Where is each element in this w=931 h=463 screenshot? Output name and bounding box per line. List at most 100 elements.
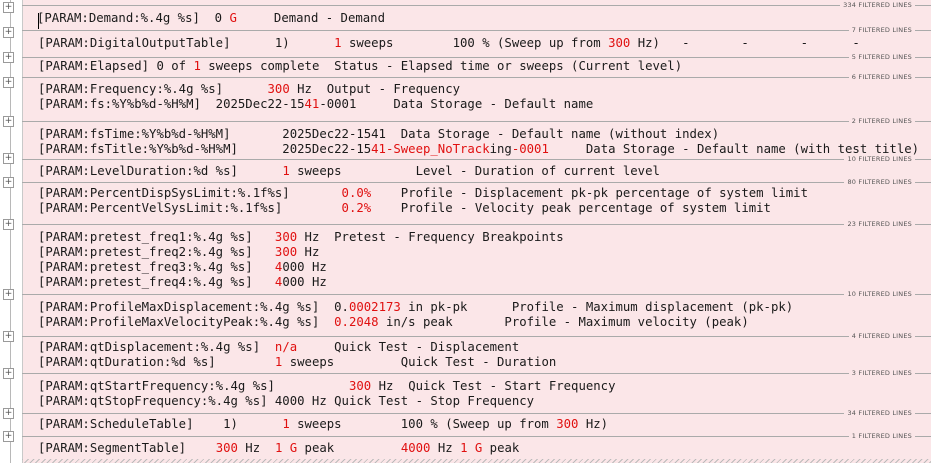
log-line[interactable]: [PARAM:qtDuration:%d %s] 1 sweeps Quick … [38,355,556,370]
log-line[interactable]: [PARAM:fsTime:%Y%b%d-%H%M] 2025Dec22-154… [38,127,719,142]
expand-fold-icon[interactable]: + [3,153,14,164]
filtered-lines-count[interactable]: 10 FILTERED LINES [844,290,915,298]
expand-fold-icon[interactable]: + [3,331,14,342]
log-line[interactable]: [PARAM:Frequency:%.4g %s] 300 Hz Output … [38,82,460,97]
filter-separator: 334 FILTERED LINES [22,1,931,9]
filtered-lines-count[interactable]: 1 FILTERED LINES [848,432,915,440]
line-text: [PARAM:ProfileMaxDisplacement:%.4g %s] 0… [38,300,349,314]
expand-fold-icon[interactable]: + [3,177,14,188]
filtered-log-view[interactable]: 334 FILTERED LINES 7 FILTERED LINES 5 FILT… [22,0,931,463]
line-text: Profile - Velocity peak percentage of sy… [371,201,771,215]
highlighted-text: 300 [267,82,290,96]
line-text: sweeps 100 % (Sweep up from [289,417,557,431]
line-text: 000 Hz [282,260,327,274]
line-text: sweeps complete Status - Elapsed time or… [200,59,683,73]
line-text: [PARAM:Frequency:%.4g %s] [38,82,268,96]
expand-fold-icon[interactable]: + [3,219,14,230]
log-line[interactable]: [PARAM:qtDisplacement:%.4g %s] n/a Quick… [38,340,519,355]
line-text: sweeps Quick Test - Duration [282,355,557,369]
expand-fold-icon[interactable]: + [3,408,14,419]
expand-fold-icon[interactable]: + [3,116,14,127]
highlighted-text: 0.2048 [334,315,379,329]
log-line[interactable]: [PARAM:ProfileMaxVelocityPeak:%.4g %s] 0… [38,315,749,330]
highlighted-text: 4000 [400,441,431,455]
line-text: [PARAM:pretest_freq1:%.4g %s] [38,230,275,244]
log-line[interactable]: [PARAM:pretest_freq2:%.4g %s] 300 Hz [38,245,319,260]
line-text: sweeps Level - Duration of current level [289,164,660,178]
log-line[interactable]: [PARAM:qtStopFrequency:%.4g %s] 4000 Hz … [38,394,534,409]
fold-guide-line [10,0,11,463]
log-line[interactable]: [PARAM:pretest_freq3:%.4g %s] 4000 Hz [38,260,327,275]
filtered-lines-count[interactable]: 23 FILTERED LINES [844,220,915,228]
log-line[interactable]: [PARAM:pretest_freq1:%.4g %s] 300 Hz Pre… [38,230,564,245]
filter-separator: 10 FILTERED LINES [22,155,931,163]
filtered-lines-count[interactable]: 7 FILTERED LINES [848,26,915,34]
expand-fold-icon[interactable]: + [3,52,14,63]
text-cursor [38,13,39,29]
filtered-lines-count[interactable]: 2 FILTERED LINES [848,117,915,125]
highlighted-text: 1 [282,164,290,178]
filter-separator: 2 FILTERED LINES [22,117,931,125]
log-line[interactable]: [PARAM:PercentVelSysLimit:%.1f%s] 0.2% P… [38,201,771,216]
expand-fold-icon[interactable]: + [3,2,14,13]
line-text: [PARAM:PercentVelSysLimit:%.1f%s] [38,201,342,215]
line-text: Hz Pretest - Frequency Breakpoints [297,230,564,244]
line-text: Data Storage - Default name (with test t… [548,142,920,156]
filter-separator: 3 FILTERED LINES [22,369,931,377]
line-text: [PARAM:pretest_freq4:%.4g %s] [38,275,275,289]
highlighted-text: 1 [193,59,201,73]
filtered-lines-count[interactable]: 80 FILTERED LINES [844,178,915,186]
expand-fold-icon[interactable]: + [3,77,14,88]
highlighted-text: 1 G [274,441,298,455]
filter-separator: 23 FILTERED LINES [22,220,931,228]
filtered-lines-count[interactable]: 3 FILTERED LINES [848,369,915,377]
log-line[interactable]: [PARAM:ScheduleTable] 1) 1 sweeps 100 % … [38,417,608,432]
log-line[interactable]: [PARAM:Demand:%.4g %s] 0 G Demand - Dema… [37,11,385,26]
line-text: in pk-pk Profile - Maximum displacement … [400,300,794,314]
highlighted-text: 41 [304,97,320,111]
line-text: Hz Output - Frequency [289,82,461,96]
log-line[interactable]: [PARAM:ProfileMaxDisplacement:%.4g %s] 0… [38,300,793,315]
line-text: Hz) - - - - [630,36,860,50]
expand-fold-icon[interactable]: + [3,27,14,38]
line-text: Hz [430,441,461,455]
log-line[interactable]: [PARAM:fs:%Y%b%d-%H%M] 2025Dec22-1541-00… [38,97,593,112]
line-text: [PARAM:SegmentTable] [38,441,216,455]
line-text: 000 Hz [282,275,327,289]
filtered-lines-count[interactable]: 334 FILTERED LINES [840,1,915,9]
log-line[interactable]: [PARAM:SegmentTable] 300 Hz 1 G peak 400… [38,441,519,456]
log-line[interactable]: [PARAM:PercentDispSysLimit:%.1f%s] 0.0% … [38,186,808,201]
highlighted-text: 1 [282,417,290,431]
line-text: Hz [297,245,320,259]
highlighted-text: 0.2% [341,201,372,215]
highlighted-text: 300 [556,417,579,431]
highlighted-text: n/a [274,340,298,354]
expand-fold-icon[interactable]: + [3,431,14,442]
log-line[interactable]: [PARAM:fsTitle:%Y%b%d-%H%M] 2025Dec22-15… [38,142,919,157]
log-line[interactable]: [PARAM:DigitalOutputTable] 1) 1 sweeps 1… [38,36,860,51]
highlighted-text: 300 [274,230,298,244]
filter-separator: 7 FILTERED LINES [22,26,931,34]
expand-fold-icon[interactable]: + [3,368,14,379]
filtered-lines-count[interactable]: 4 FILTERED LINES [848,332,915,340]
expand-fold-icon[interactable]: + [3,289,14,300]
line-text: Hz) [578,417,609,431]
filter-separator: 1 FILTERED LINES [22,432,931,440]
line-text: [PARAM:LevelDuration:%d %s] [38,164,283,178]
log-line[interactable]: [PARAM:Elapsed] 0 of 1 sweeps complete S… [38,59,682,74]
log-line[interactable]: [PARAM:LevelDuration:%d %s] 1 sweeps Lev… [38,164,660,179]
log-line[interactable]: [PARAM:qtStartFrequency:%.4g %s] 300 Hz … [38,379,615,394]
filtered-lines-count[interactable]: 5 FILTERED LINES [848,53,915,61]
line-text: [PARAM:PercentDispSysLimit:%.1f%s] [38,186,342,200]
line-text: [PARAM:pretest_freq3:%.4g %s] [38,260,275,274]
log-line[interactable]: [PARAM:pretest_freq4:%.4g %s] 4000 Hz [38,275,327,290]
filtered-lines-count[interactable]: 6 FILTERED LINES [848,73,915,81]
fold-gutter: + + + + + + + + + + + + + [0,0,23,463]
filter-separator: 6 FILTERED LINES [22,73,931,81]
highlighted-text: 0.0% [341,186,372,200]
filter-separator: 80 FILTERED LINES [22,178,931,186]
line-text: [PARAM:qtDisplacement:%.4g %s] [38,340,275,354]
line-text: [PARAM:ScheduleTable] 1) [38,417,283,431]
filtered-lines-count[interactable]: 34 FILTERED LINES [844,409,915,417]
line-text: [PARAM:fs:%Y%b%d-%H%M] 2025Dec22-15 [38,97,305,111]
